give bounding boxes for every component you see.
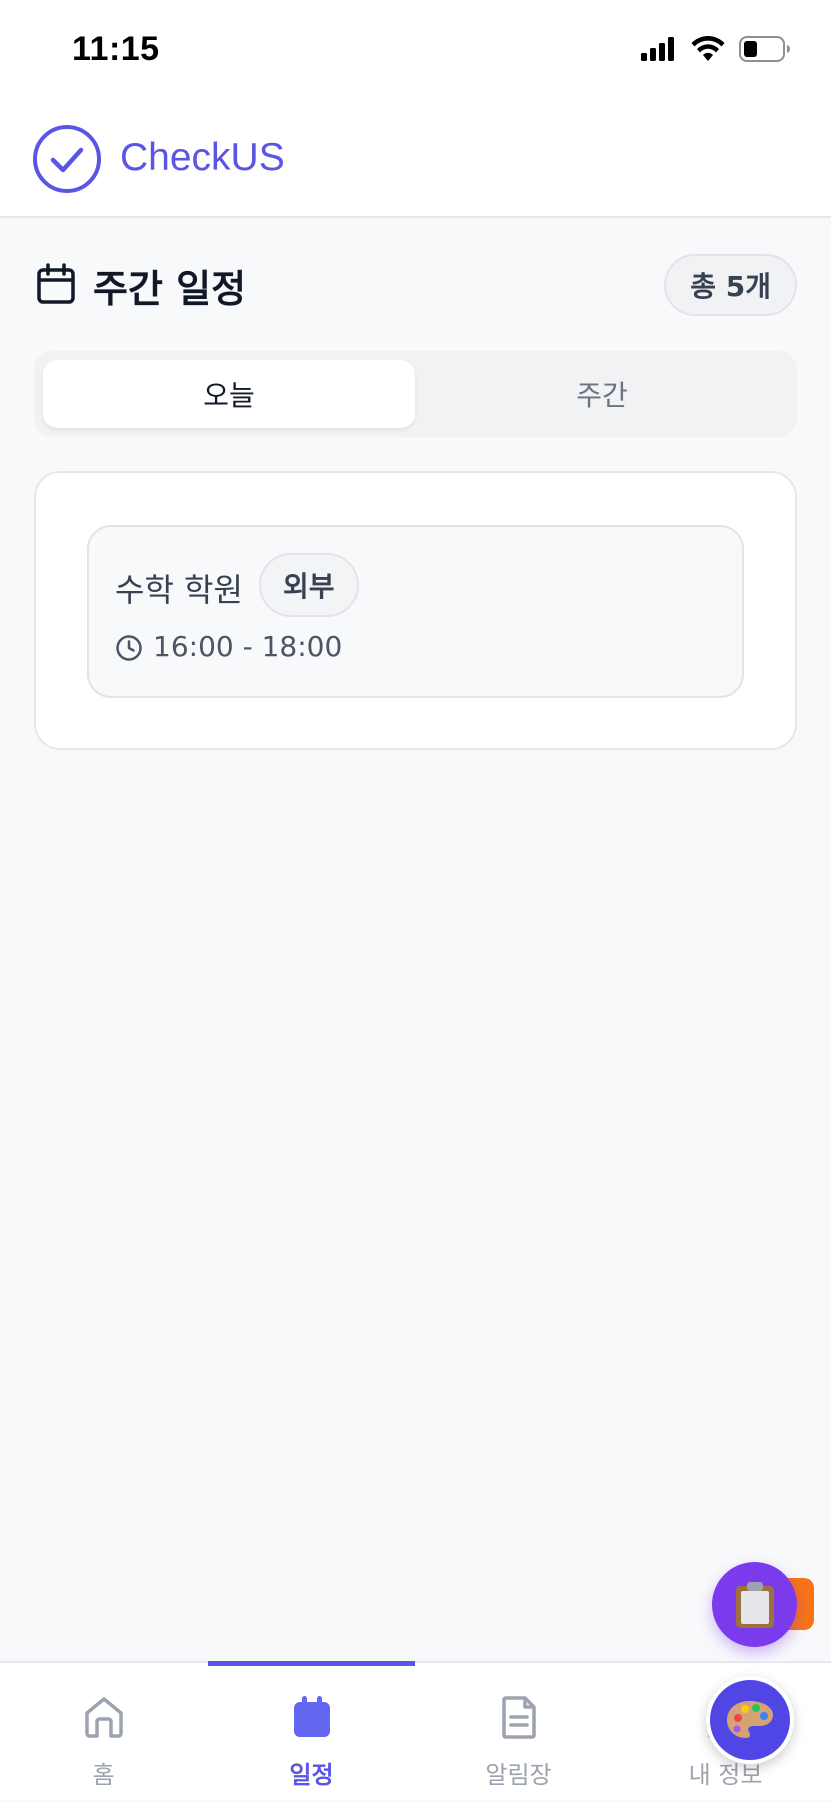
section-header: 주간 일정 총 5개	[0, 250, 831, 320]
status-bar: 11:15	[0, 0, 831, 104]
app-header: CheckUS	[0, 104, 831, 218]
nav-item-home[interactable]: 홈	[0, 1663, 207, 1802]
tab-week[interactable]: 주간	[416, 360, 788, 428]
document-icon	[502, 1696, 536, 1739]
section-title: 주간 일정	[93, 267, 247, 311]
status-time: 11:15	[72, 30, 160, 68]
tab-switcher: 오늘 주간	[34, 351, 797, 437]
schedule-time: 16:00 - 18:00	[153, 630, 343, 663]
clipboard-icon	[735, 1581, 774, 1628]
wifi-icon	[691, 36, 725, 61]
palette-button[interactable]	[706, 1676, 794, 1764]
nav-item-notice[interactable]: 알림장	[415, 1663, 622, 1802]
clipboard-button[interactable]	[712, 1562, 797, 1647]
schedule-tag: 외부	[259, 553, 359, 617]
calendar-icon	[294, 1696, 330, 1737]
calendar-icon	[37, 263, 75, 304]
battery-icon	[739, 36, 790, 62]
schedule-card: 수학 학원 외부 16:00 - 18:00	[34, 471, 797, 750]
count-badge: 총 5개	[664, 254, 797, 316]
signal-icon	[641, 37, 674, 61]
nav-label-schedule: 일정	[289, 1761, 334, 1789]
clock-icon	[116, 635, 142, 661]
tab-today[interactable]: 오늘	[43, 360, 415, 428]
nav-label-mypage: 내 정보	[688, 1761, 763, 1789]
nav-label-home: 홈	[92, 1761, 115, 1789]
nav-label-notice: 알림장	[485, 1761, 552, 1789]
schedule-title: 수학 학원	[115, 571, 243, 609]
status-icons	[641, 36, 791, 62]
schedule-item[interactable]: 수학 학원 외부 16:00 - 18:00	[87, 525, 744, 698]
palette-icon	[727, 1701, 773, 1738]
app-name[interactable]: CheckUS	[120, 136, 285, 180]
home-icon	[85, 1697, 123, 1738]
nav-item-schedule[interactable]: 일정	[208, 1663, 415, 1802]
check-circle-icon	[33, 125, 101, 193]
